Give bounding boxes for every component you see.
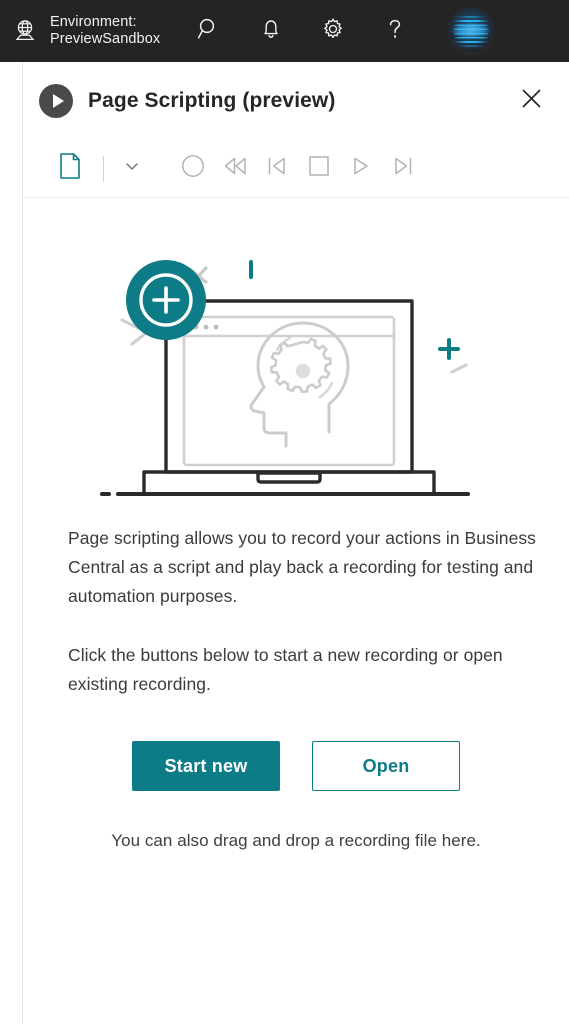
settings-gear-icon	[320, 16, 346, 47]
play-circle-icon	[39, 84, 73, 118]
accent-plus	[438, 338, 460, 360]
description-block: Page scripting allows you to record your…	[45, 524, 547, 699]
rewind-icon	[221, 155, 249, 182]
new-file-icon	[57, 151, 83, 186]
close-icon	[519, 86, 544, 116]
plus-circle-badge-icon	[126, 260, 206, 340]
help-question-icon	[382, 16, 408, 47]
step-back-button[interactable]	[256, 148, 298, 190]
head-with-gear-icon	[249, 321, 350, 448]
stop-button[interactable]	[298, 148, 340, 190]
search-button[interactable]	[178, 0, 240, 62]
stop-square-icon	[306, 153, 332, 184]
description-paragraph-1: Page scripting allows you to record your…	[68, 528, 536, 606]
new-file-button[interactable]	[49, 148, 91, 190]
account-avatar-button[interactable]	[440, 0, 502, 62]
open-button[interactable]: Open	[312, 741, 460, 791]
globe-environment-icon	[10, 16, 40, 46]
record-button[interactable]	[172, 148, 214, 190]
action-button-row: Start new Open	[45, 741, 547, 791]
app-bar-actions	[178, 0, 426, 62]
environment-indicator[interactable]: Environment: PreviewSandbox	[0, 14, 160, 48]
play-triangle-icon	[349, 155, 373, 182]
start-new-button[interactable]: Start new	[132, 741, 280, 791]
environment-label-line-2: PreviewSandbox	[50, 31, 161, 47]
page-title: Page Scripting (preview)	[88, 89, 336, 112]
rewind-button[interactable]	[214, 148, 256, 190]
description-paragraph-2: Click the buttons below to start a new r…	[68, 645, 503, 694]
environment-label-line-1: Environment:	[50, 14, 137, 30]
search-icon	[196, 16, 222, 47]
notifications-bell-icon	[259, 16, 283, 47]
step-back-icon	[264, 155, 290, 182]
toolbar-separator	[103, 155, 104, 182]
page-scripting-laptop-illustration	[45, 232, 547, 502]
step-forward-button[interactable]	[382, 148, 424, 190]
play-button[interactable]	[340, 148, 382, 190]
help-button[interactable]	[364, 0, 426, 62]
environment-label: Environment: PreviewSandbox	[50, 14, 160, 48]
panel-header: Page Scripting (preview)	[23, 62, 569, 140]
panel-body: Page scripting allows you to record your…	[23, 232, 569, 851]
record-circle-icon	[180, 153, 206, 184]
page-scripting-panel: Page Scripting (preview) Page scripting …	[22, 62, 569, 1024]
script-toolbar	[23, 140, 569, 198]
settings-button[interactable]	[302, 0, 364, 62]
notifications-button[interactable]	[240, 0, 302, 62]
avatar	[447, 7, 496, 55]
browser-dots	[193, 324, 219, 330]
step-forward-icon	[390, 155, 416, 182]
more-options-button[interactable]	[114, 148, 150, 190]
close-button[interactable]	[511, 81, 551, 121]
app-bar: Environment: PreviewSandbox	[0, 0, 569, 62]
drag-drop-hint: You can also drag and drop a recording f…	[111, 831, 481, 850]
chevron-down-icon	[122, 156, 142, 181]
